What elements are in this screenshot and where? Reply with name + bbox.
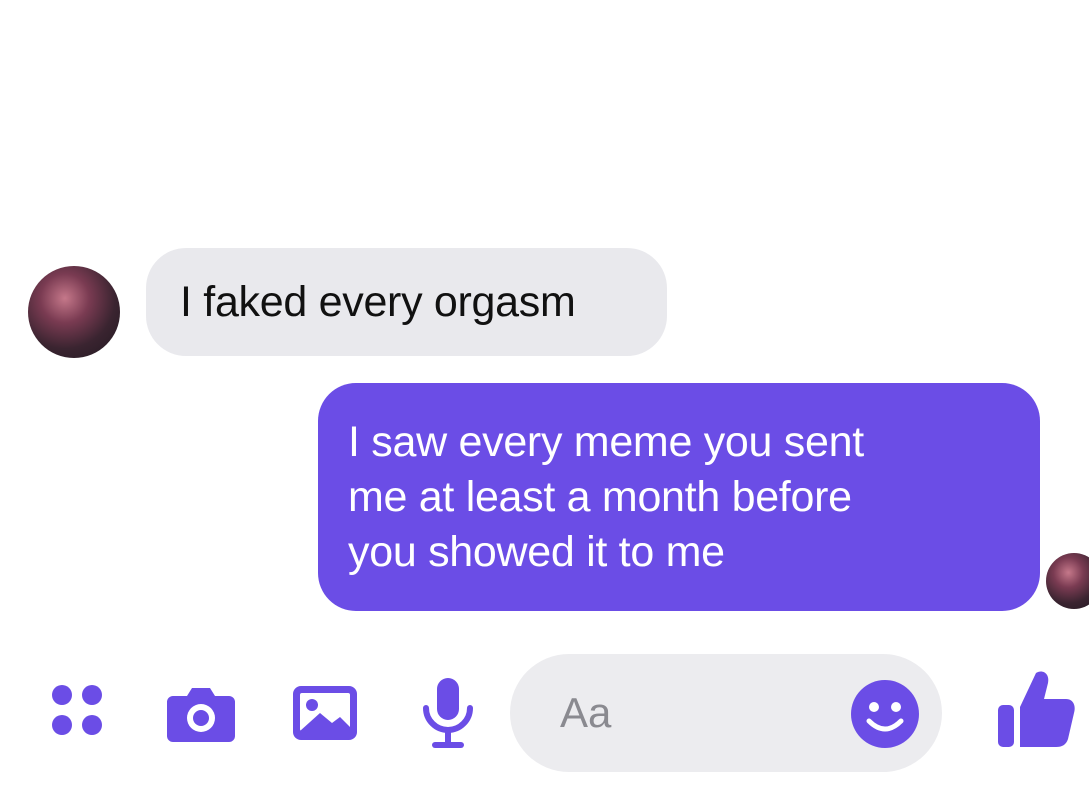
thumbs-up-icon[interactable] <box>996 667 1076 749</box>
emoji-icon[interactable] <box>850 679 920 749</box>
image-icon[interactable] <box>290 683 360 743</box>
chat-screen: I faked every orgasm I saw every meme yo… <box>0 0 1089 788</box>
contact-avatar[interactable] <box>28 266 120 358</box>
incoming-message-bubble[interactable]: I faked every orgasm <box>146 248 667 356</box>
outgoing-message-bubble[interactable]: I saw every meme you sent me at least a … <box>318 383 1040 611</box>
seen-receipt-avatar <box>1046 553 1089 609</box>
message-input-field[interactable] <box>510 654 942 772</box>
more-dots-icon[interactable] <box>50 683 106 739</box>
outgoing-message-text: I saw every meme you sent me at least a … <box>348 418 864 576</box>
camera-icon[interactable] <box>165 684 237 744</box>
incoming-message-text: I faked every orgasm <box>180 278 576 326</box>
microphone-icon[interactable] <box>420 676 476 752</box>
message-input[interactable] <box>560 684 840 742</box>
